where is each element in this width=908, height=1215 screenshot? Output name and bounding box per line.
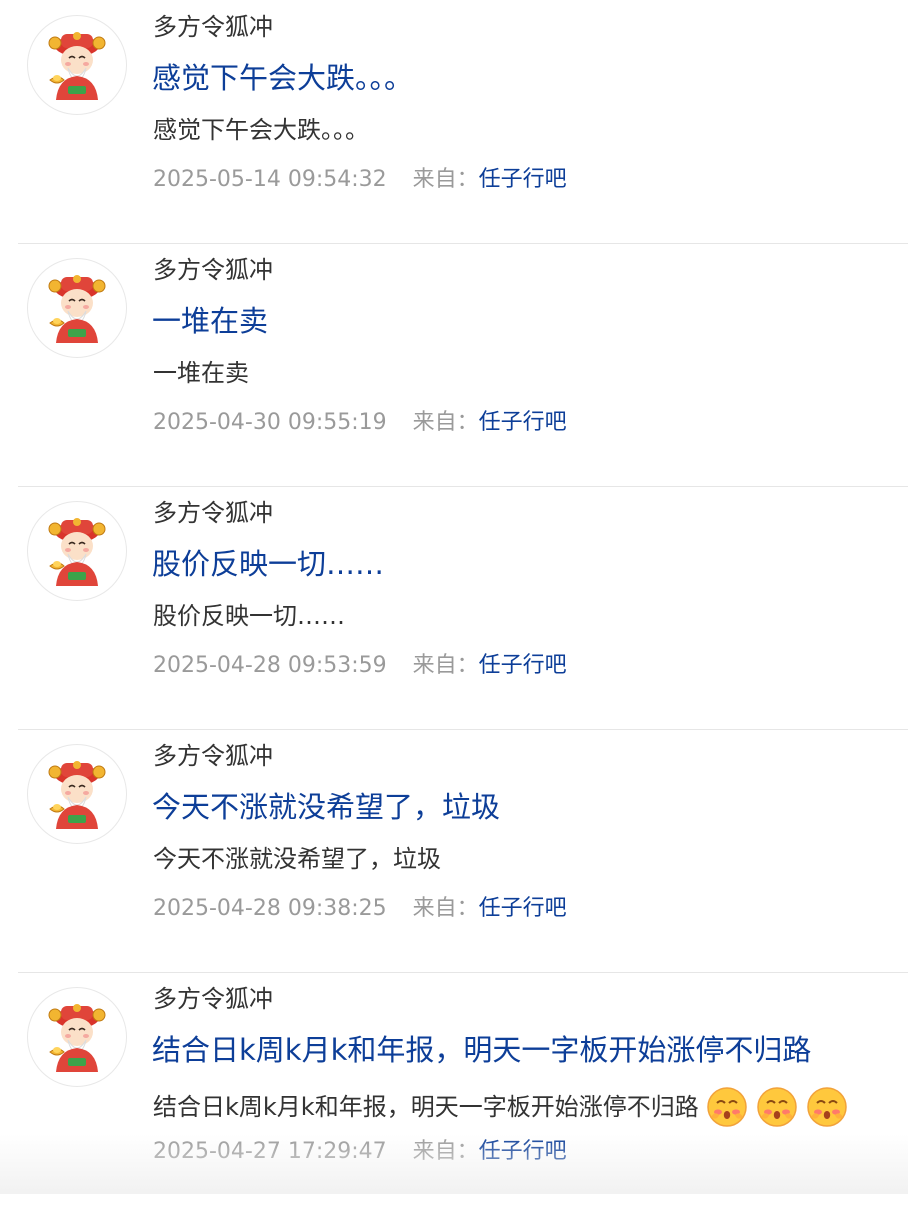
fortune-god-avatar-icon [48,274,106,344]
post-title[interactable]: 感觉下午会大跌。。。 [152,58,413,98]
post-item: 多方令狐冲 感觉下午会大跌。。。 感觉下午会大跌。。。 2025-05-14 0… [0,0,908,243]
blushing-face-icon [706,1087,747,1127]
post-body-text: 一堆在卖 [153,359,249,387]
author-name[interactable]: 多方令狐冲 [153,983,273,1015]
post-title[interactable]: 结合日k周k月k和年报，明天一字板开始涨停不归路 [152,1030,811,1070]
from-label: 来自： [412,167,479,192]
avatar[interactable] [27,987,127,1087]
post-item: 多方令狐冲 股价反映一切…… 股价反映一切…… 2025-04-28 09:53… [0,486,908,729]
post-item: 多方令狐冲 今天不涨就没希望了，垃圾 今天不涨就没希望了，垃圾 2025-04-… [0,729,908,972]
post-title[interactable]: 股价反映一切…… [152,544,384,584]
post-body-text: 结合日k周k月k和年报，明天一字板开始涨停不归路 [153,1093,699,1121]
avatar[interactable] [27,744,127,844]
source-link[interactable]: 任子行吧 [479,167,567,192]
post-meta: 2025-04-28 09:53:59 来自：任子行吧 [153,651,567,681]
post-date: 2025-04-28 09:38:25 [153,896,387,921]
post-body: 感觉下午会大跌。。。 [153,113,369,147]
post-feed: 多方令狐冲 感觉下午会大跌。。。 感觉下午会大跌。。。 2025-05-14 0… [0,0,908,1215]
post-meta: 2025-05-14 09:54:32 来自：任子行吧 [153,165,567,195]
source-link[interactable]: 任子行吧 [479,410,567,435]
author-name[interactable]: 多方令狐冲 [153,254,273,286]
post-body: 股价反映一切…… [153,599,345,633]
blushing-face-icon [806,1087,847,1127]
post-body: 结合日k周k月k和年报，明天一字板开始涨停不归路 [153,1085,849,1129]
source-link[interactable]: 任子行吧 [479,653,567,678]
fortune-god-avatar-icon [48,760,106,830]
post-body-text: 股价反映一切…… [153,602,345,630]
fortune-god-avatar-icon [48,517,106,587]
post-title[interactable]: 今天不涨就没希望了，垃圾 [152,787,500,827]
post-date: 2025-05-14 09:54:32 [153,167,387,192]
from-label: 来自： [412,896,479,921]
post-body-text: 今天不涨就没希望了，垃圾 [153,845,441,873]
source-link[interactable]: 任子行吧 [479,896,567,921]
author-name[interactable]: 多方令狐冲 [153,740,273,772]
post-item: 多方令狐冲 一堆在卖 一堆在卖 2025-04-30 09:55:19 来自：任子… [0,243,908,486]
blushing-face-icon [756,1087,797,1127]
fortune-god-avatar-icon [48,1003,106,1073]
post-title[interactable]: 一堆在卖 [152,301,268,341]
post-body: 一堆在卖 [153,356,249,390]
avatar[interactable] [27,15,127,115]
fortune-god-avatar-icon [48,31,106,101]
from-label: 来自： [412,410,479,435]
post-date: 2025-04-28 09:53:59 [153,653,387,678]
source-link[interactable]: 任子行吧 [479,1139,567,1164]
post-date: 2025-04-30 09:55:19 [153,410,387,435]
avatar[interactable] [27,501,127,601]
post-item: 多方令狐冲 结合日k周k月k和年报，明天一字板开始涨停不归路 结合日k周k月k和… [0,972,908,1215]
author-name[interactable]: 多方令狐冲 [153,11,273,43]
from-label: 来自： [412,1139,479,1164]
post-meta: 2025-04-30 09:55:19 来自：任子行吧 [153,408,567,438]
from-label: 来自： [412,653,479,678]
author-name[interactable]: 多方令狐冲 [153,497,273,529]
post-meta: 2025-04-27 17:29:47 来自：任子行吧 [153,1137,567,1167]
post-date: 2025-04-27 17:29:47 [153,1139,387,1164]
post-body-text: 感觉下午会大跌。。。 [153,116,369,144]
post-meta: 2025-04-28 09:38:25 来自：任子行吧 [153,894,567,924]
post-body: 今天不涨就没希望了，垃圾 [153,842,441,876]
avatar[interactable] [27,258,127,358]
